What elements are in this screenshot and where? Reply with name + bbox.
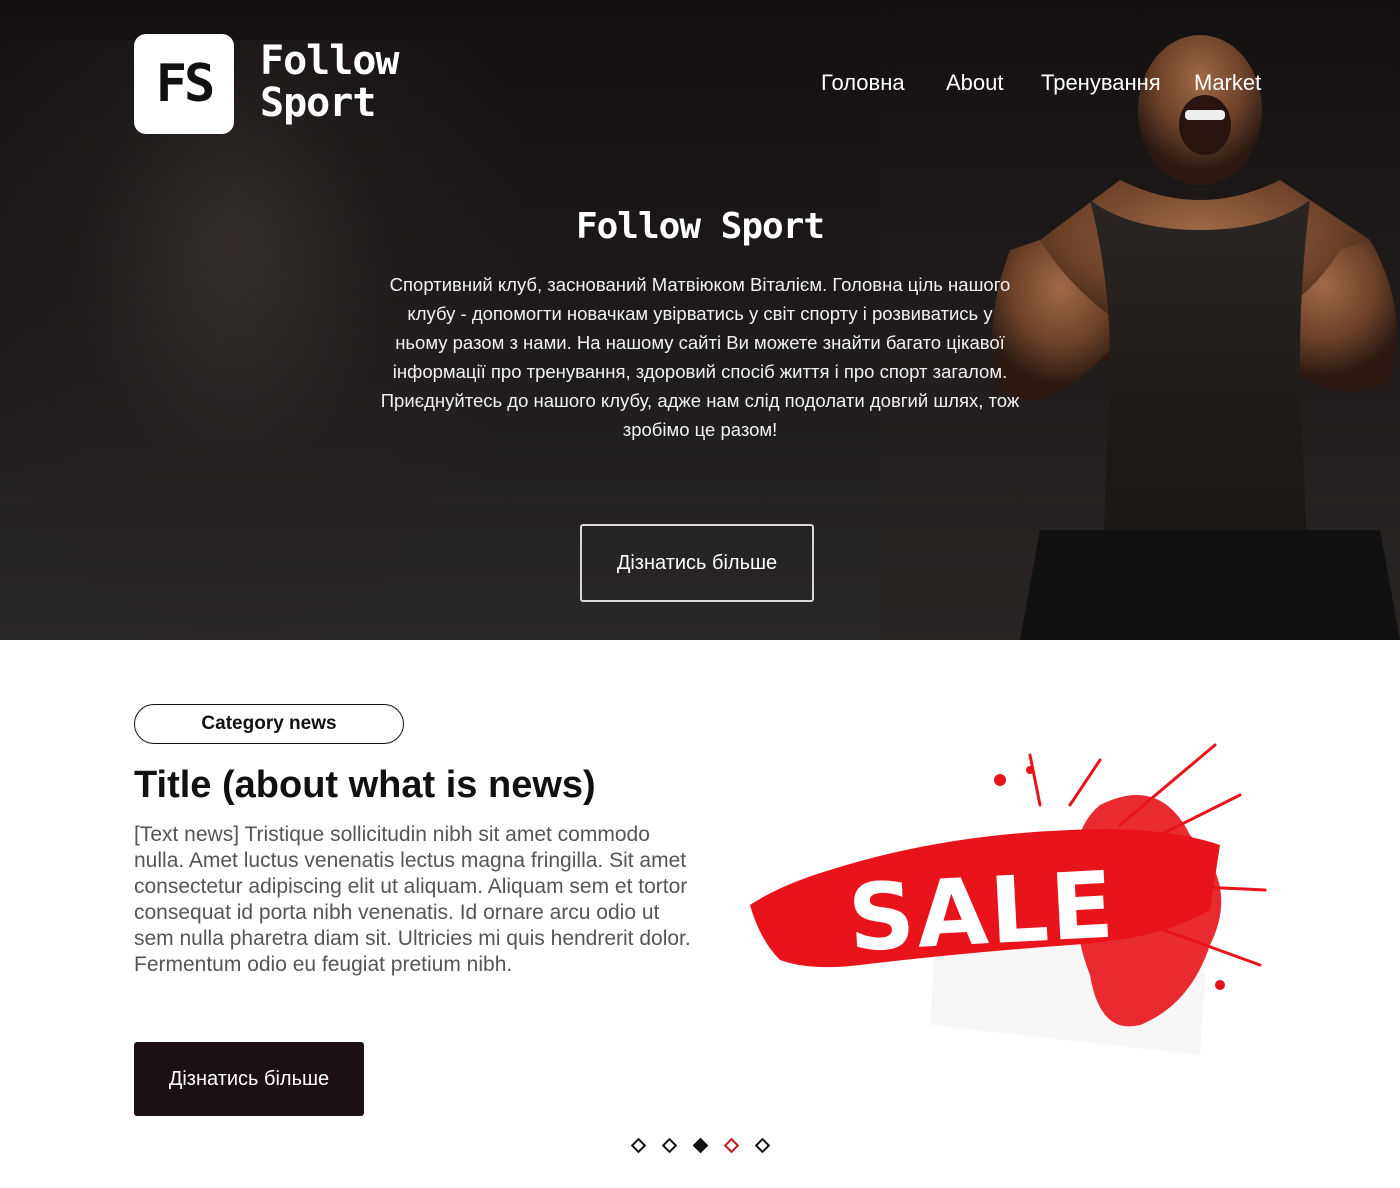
hero-description: Спортивний клуб, заснований Матвіюком Ві…: [380, 274, 1020, 440]
athlete-image: [992, 35, 1400, 640]
slider-dot-4[interactable]: [723, 1137, 740, 1154]
nav-item-home[interactable]: Головна: [821, 70, 905, 96]
hero-title: Follow Sport: [575, 206, 825, 247]
news-learn-more-button[interactable]: Дізнатись більше: [134, 1042, 364, 1116]
slider-dot-5[interactable]: [754, 1137, 771, 1154]
category-badge[interactable]: Category news: [134, 704, 404, 744]
nav-item-trainings[interactable]: Тренування: [1041, 70, 1161, 96]
sale-text: SALE: [846, 852, 1118, 973]
sale-image: SALE: [750, 743, 1267, 1055]
news-title: Title (about what is news): [134, 764, 596, 806]
nav-item-about[interactable]: About: [946, 70, 1004, 96]
hero-section: FS Follow Sport Головна About Тренування…: [0, 0, 1400, 640]
slider-dot-3[interactable]: [692, 1137, 709, 1154]
slider-dots: [0, 1137, 1400, 1157]
hero-learn-more-button[interactable]: Дізнатись більше: [580, 524, 814, 602]
nav-item-market[interactable]: Market: [1194, 70, 1261, 96]
main-nav: Головна About Тренування Market: [0, 70, 1400, 100]
slider-dot-1[interactable]: [630, 1137, 647, 1154]
slider-dot-2[interactable]: [661, 1137, 678, 1154]
news-text: [Text news] Tristique sollicitudin nibh …: [134, 823, 691, 976]
